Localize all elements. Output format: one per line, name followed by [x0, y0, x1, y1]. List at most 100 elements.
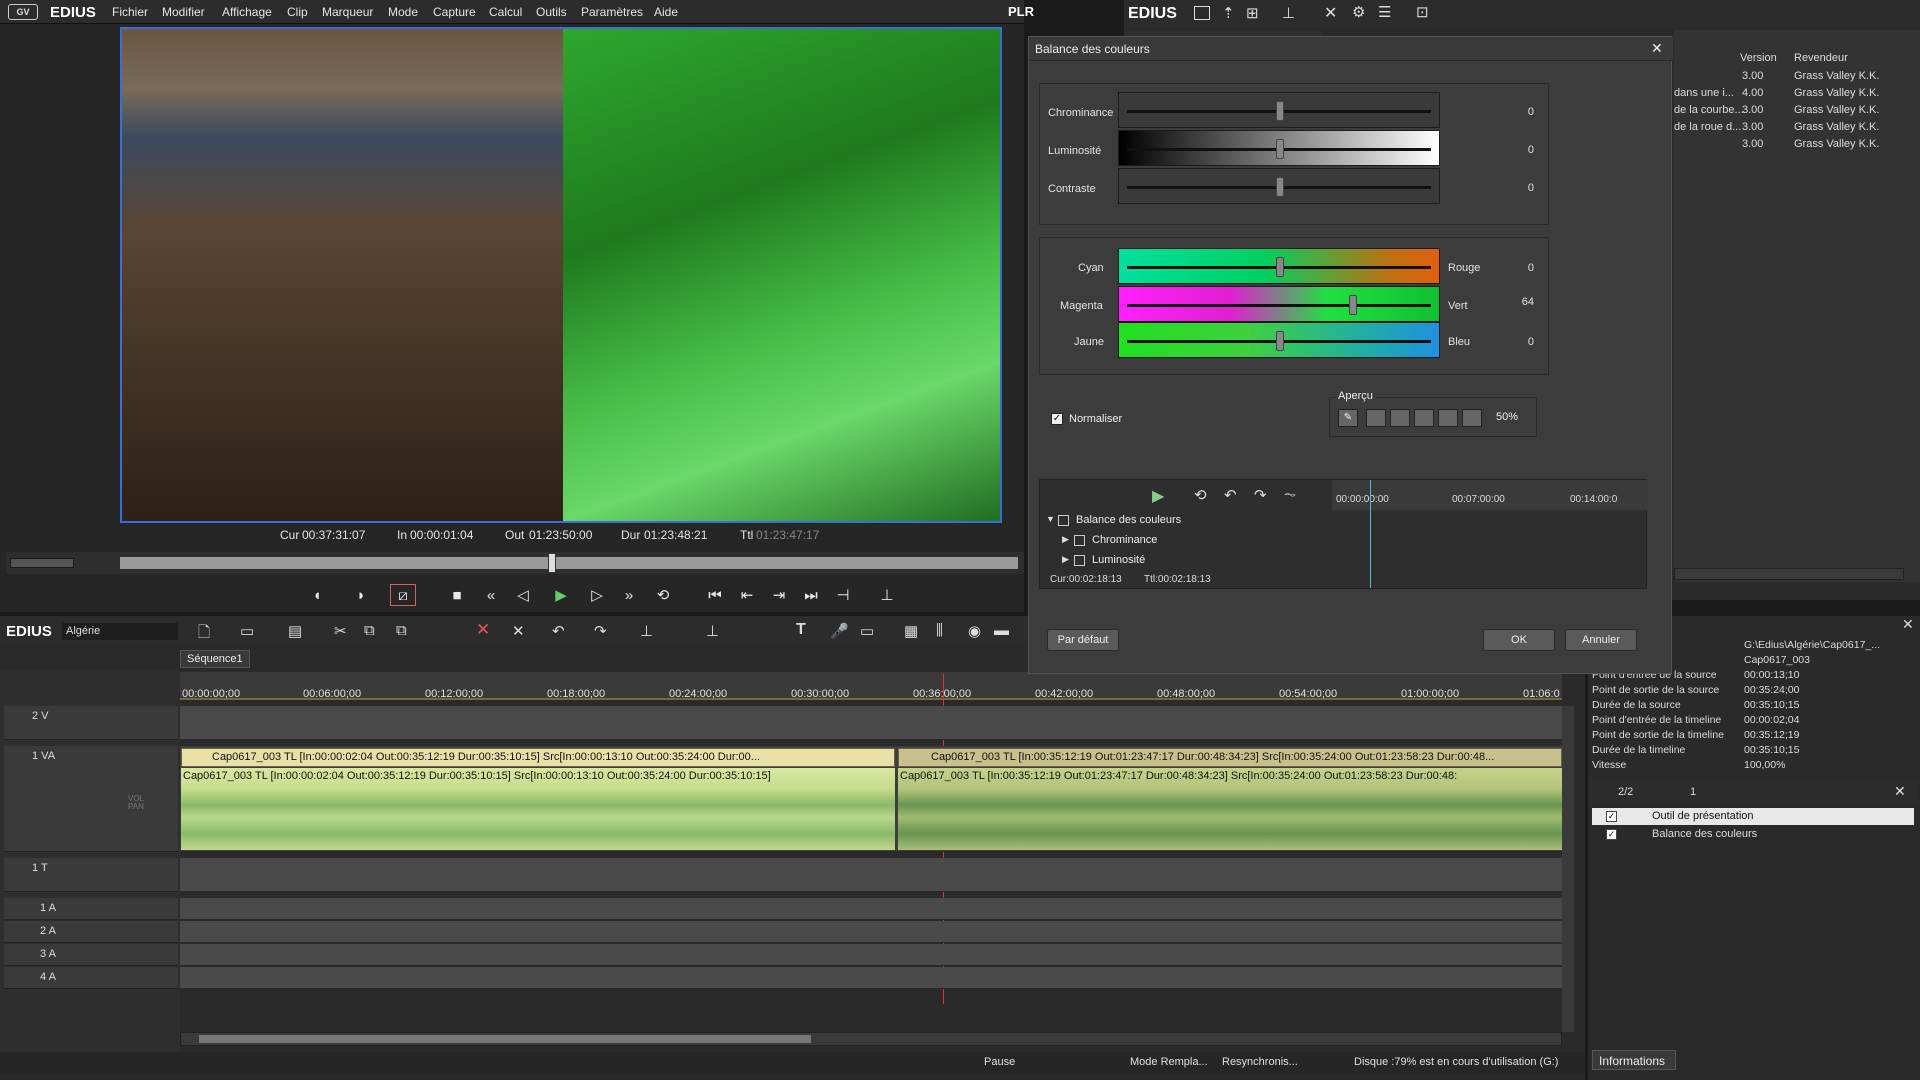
list-view-icon[interactable]: ☰	[1378, 3, 1391, 21]
list-item[interactable]: de la courbe... 3.00 Grass Valley K.K.	[1674, 104, 1920, 121]
col-vendor[interactable]: Revendeur	[1794, 52, 1848, 64]
track-header-4a[interactable]: 4 A	[4, 967, 178, 989]
status-mode[interactable]: Mode Rempla...	[1130, 1056, 1208, 1068]
menu-modifier[interactable]: Modifier	[162, 5, 205, 19]
scrub-track[interactable]	[120, 557, 1018, 569]
prev-edit-icon[interactable]: ⏮	[702, 584, 728, 606]
chrominance-slider[interactable]	[1118, 92, 1440, 128]
grid-view-icon[interactable]: ▦	[904, 622, 918, 640]
properties-icon[interactable]: ⚙	[1352, 3, 1365, 21]
preview-pencil-icon[interactable]: ✎	[1338, 409, 1358, 427]
kf-tree-item[interactable]: ▶ Luminosité	[1044, 552, 1328, 570]
title-icon[interactable]: T	[796, 621, 806, 639]
filter-checkbox[interactable]: ✓	[1606, 811, 1617, 822]
kf-expand-icon[interactable]: ▼	[1046, 514, 1055, 524]
copy-icon[interactable]: ⧉	[364, 622, 375, 639]
vectorscope-icon[interactable]: ◉	[968, 622, 981, 640]
menu-parametres[interactable]: Paramètres	[581, 5, 643, 19]
normaliser-checkbox[interactable]: ✓	[1051, 413, 1063, 425]
track-header-1a[interactable]: 1 A	[4, 898, 178, 920]
delete-icon[interactable]: ✕	[1324, 3, 1337, 23]
filter-item[interactable]: ✓ Outil de présentation	[1592, 808, 1914, 825]
mark-in-icon[interactable]: ◖	[304, 584, 330, 606]
list-item[interactable]: de la roue d... 3.00 Grass Valley K.K.	[1674, 121, 1920, 138]
slider-thumb[interactable]	[1276, 101, 1284, 121]
menu-marqueur[interactable]: Marqueur	[322, 5, 373, 19]
kf-checkbox[interactable]	[1074, 535, 1085, 546]
kf-tree-item[interactable]: ▼ Balance des couleurs	[1044, 512, 1328, 530]
slider-value[interactable]: 0	[1490, 262, 1534, 274]
kf-loop-icon[interactable]: ⟲	[1194, 486, 1207, 504]
loop-play-icon[interactable]: ⟲	[650, 584, 676, 606]
track-lane-3a[interactable]	[180, 944, 1562, 966]
track-lane-2a[interactable]	[180, 921, 1562, 943]
next-edit-icon[interactable]: ⏭	[798, 584, 824, 606]
scrub-zoom-slider[interactable]	[10, 558, 74, 568]
undo-icon[interactable]: ↶	[552, 622, 565, 640]
kf-checkbox[interactable]	[1058, 515, 1069, 526]
luminosite-slider[interactable]	[1118, 130, 1440, 166]
bin-hscrollbar[interactable]	[1674, 568, 1904, 580]
slider-thumb[interactable]	[1349, 295, 1357, 315]
col-version[interactable]: Version	[1740, 52, 1777, 64]
dialog-titlebar[interactable]: Balance des couleurs ✕	[1029, 37, 1673, 61]
position-scrubber[interactable]	[6, 552, 1024, 574]
track-header-2v[interactable]: 2 V	[4, 706, 178, 740]
track-lane-1t[interactable]	[180, 858, 1562, 892]
slider-value[interactable]: 0	[1490, 144, 1534, 156]
preview-split-top-icon[interactable]	[1438, 409, 1458, 427]
menu-calcul[interactable]: Calcul	[489, 5, 522, 19]
contraste-slider[interactable]	[1118, 168, 1440, 204]
slider-value[interactable]: 64	[1490, 296, 1534, 308]
plr-toggle[interactable]: PLR	[1008, 4, 1034, 19]
kf-expand-icon[interactable]: ▶	[1062, 534, 1069, 545]
mark-out-icon[interactable]: ◗	[348, 584, 374, 606]
filter-close-icon[interactable]: ✕	[1894, 783, 1906, 800]
track-lane-1a[interactable]	[180, 898, 1562, 920]
playhead-handle[interactable]	[548, 553, 556, 573]
kf-undo-icon[interactable]: ↶	[1224, 486, 1237, 504]
play-icon[interactable]: ▶	[548, 584, 574, 606]
export-icon[interactable]: ▭	[860, 622, 874, 640]
cancel-button[interactable]: Annuler	[1565, 629, 1637, 651]
slider-thumb[interactable]	[1276, 177, 1284, 197]
cut-icon[interactable]: ✂	[334, 622, 347, 640]
list-item[interactable]: dans une i... 4.00 Grass Valley K.K.	[1674, 87, 1920, 104]
preview-full-icon[interactable]	[1366, 409, 1386, 427]
list-item[interactable]: 3.00 Grass Valley K.K.	[1674, 70, 1920, 87]
layout-icon[interactable]: ▬	[994, 622, 1009, 639]
insert-timeline-icon[interactable]: ⊣	[830, 584, 856, 606]
menu-aide[interactable]: Aide	[654, 5, 678, 19]
open-project-icon[interactable]: ▭	[240, 622, 254, 640]
kf-graph-icon[interactable]: ⏦	[1284, 486, 1296, 503]
apply-effect-icon[interactable]: ⊥	[1282, 4, 1295, 22]
menu-mode[interactable]: Mode	[388, 5, 418, 19]
timeline-hscroll-thumb[interactable]	[199, 1035, 811, 1043]
kf-expand-icon[interactable]: ▶	[1062, 554, 1069, 565]
informations-tab[interactable]: Informations	[1592, 1050, 1676, 1070]
voice-over-icon[interactable]: 🎤	[830, 622, 849, 640]
filter-checkbox[interactable]: ✓	[1606, 829, 1617, 840]
track-header-1t[interactable]: 1 T	[4, 858, 178, 892]
ok-button[interactable]: OK	[1483, 629, 1555, 651]
track-header-1va[interactable]: 1 VA VOL PAN	[4, 746, 178, 852]
jaune-bleu-slider[interactable]	[1118, 322, 1440, 358]
timeline-vscrollbar[interactable]	[1562, 706, 1574, 1032]
kf-redo-icon[interactable]: ↷	[1254, 486, 1267, 504]
kf-checkbox[interactable]	[1074, 555, 1085, 566]
new-sequence-icon[interactable]: 🗋	[198, 622, 210, 647]
kf-tree-item[interactable]: ▶ Chrominance	[1044, 532, 1328, 550]
default-button[interactable]: Par défaut	[1047, 629, 1119, 651]
timeline-ruler[interactable]	[180, 672, 1562, 700]
new-folder-icon[interactable]: ⊞	[1246, 4, 1259, 22]
cyan-rouge-slider[interactable]	[1118, 248, 1440, 284]
step-back-icon[interactable]: ◁	[510, 584, 536, 606]
kf-play-icon[interactable]: ▶	[1152, 486, 1164, 506]
stop-icon[interactable]: ■	[444, 584, 470, 606]
preview-split-right-icon[interactable]	[1414, 409, 1434, 427]
status-resync[interactable]: Resynchronis...	[1222, 1056, 1298, 1068]
menu-capture[interactable]: Capture	[433, 5, 476, 19]
preview-split-bottom-icon[interactable]	[1462, 409, 1482, 427]
preview-split-left-icon[interactable]	[1390, 409, 1410, 427]
lock-icon[interactable]: ⊡	[1416, 3, 1429, 21]
